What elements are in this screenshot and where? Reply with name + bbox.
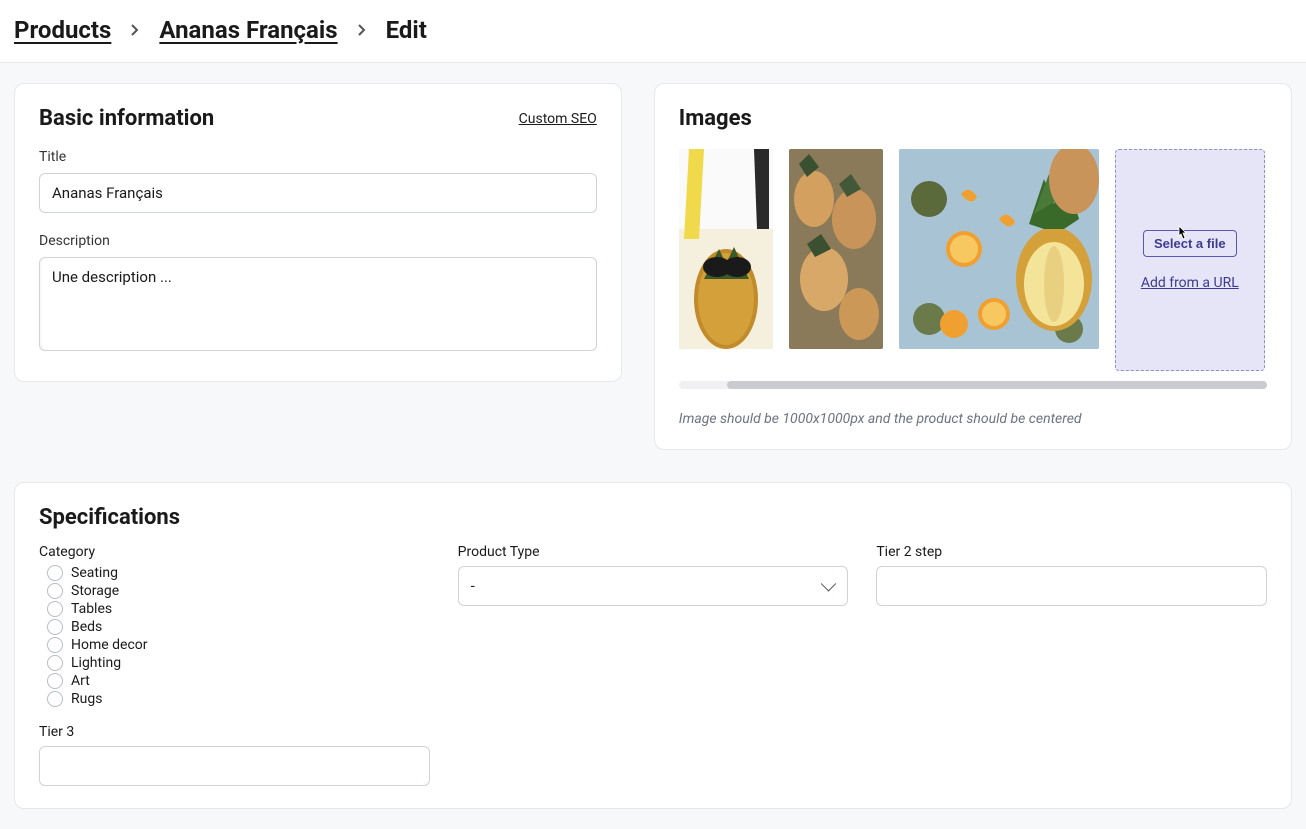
category-radio[interactable] [47, 583, 63, 599]
title-label: Title [39, 149, 597, 165]
image-upload-zone[interactable]: Select a file Add from a URL [1115, 149, 1265, 371]
images-scrollbar[interactable] [679, 381, 1267, 389]
breadcrumb: Products Ananas Français Edit [0, 0, 1306, 63]
basic-info-card: Basic information Custom SEO Title Descr… [14, 83, 622, 382]
breadcrumb-root-link[interactable]: Products [14, 16, 111, 44]
product-image-thumb[interactable] [789, 149, 883, 349]
tier3-label: Tier 3 [39, 724, 74, 740]
category-label: Category [39, 544, 95, 560]
basic-info-heading: Basic information [39, 106, 214, 131]
product-image-thumb[interactable] [679, 149, 773, 349]
specifications-card: Specifications Category Seating Storage … [14, 482, 1292, 809]
category-radio[interactable] [47, 601, 63, 617]
tier2-label: Tier 2 step [876, 544, 942, 560]
product-image-thumb[interactable] [899, 149, 1099, 349]
title-input[interactable] [39, 173, 597, 213]
description-label: Description [39, 233, 597, 249]
images-card: Images [654, 83, 1292, 450]
image-hint-text: Image should be 1000x1000px and the prod… [679, 411, 1267, 427]
breadcrumb-product-link[interactable]: Ananas Français [159, 16, 337, 44]
chevron-right-icon [129, 20, 141, 41]
add-from-url-link[interactable]: Add from a URL [1141, 275, 1239, 291]
category-option: Seating [71, 565, 118, 581]
category-radio[interactable] [47, 691, 63, 707]
category-option: Art [71, 673, 90, 689]
category-option: Lighting [71, 655, 121, 671]
category-radio[interactable] [47, 673, 63, 689]
select-file-button[interactable]: Select a file [1143, 230, 1237, 257]
description-textarea[interactable] [39, 257, 597, 351]
category-option: Beds [71, 619, 102, 635]
category-radio[interactable] [47, 637, 63, 653]
images-heading: Images [679, 106, 1267, 131]
custom-seo-link[interactable]: Custom SEO [519, 111, 597, 127]
category-radio[interactable] [47, 655, 63, 671]
category-option: Storage [71, 583, 119, 599]
tier3-input[interactable] [39, 746, 430, 786]
tier2-input[interactable] [876, 566, 1267, 606]
product-type-label: Product Type [458, 544, 540, 560]
category-option: Home decor [71, 637, 148, 653]
category-radio[interactable] [47, 619, 63, 635]
category-radio[interactable] [47, 565, 63, 581]
chevron-right-icon [356, 20, 368, 41]
specs-heading: Specifications [39, 505, 1267, 530]
breadcrumb-current: Edit [386, 16, 427, 44]
product-type-select[interactable]: - [458, 566, 849, 606]
category-option: Tables [71, 601, 112, 617]
category-option: Rugs [71, 691, 102, 707]
